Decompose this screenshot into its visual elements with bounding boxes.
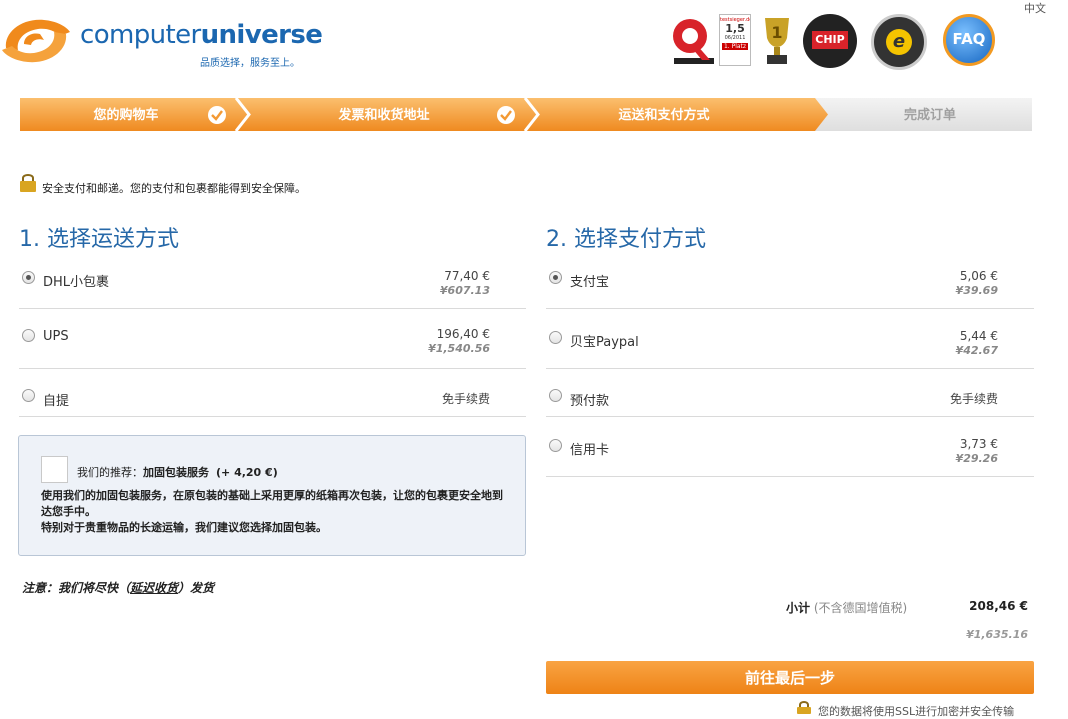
language-link[interactable]: 中文 [1024, 0, 1046, 16]
option-price-rmb: ¥29.26 [955, 452, 998, 465]
logo-icon[interactable] [0, 14, 72, 68]
payment-option-credit-card[interactable]: 信用卡 3,73 € ¥29.26 [546, 435, 1034, 477]
logo-text[interactable]: computeruniverse [80, 22, 323, 48]
option-label: 支付宝 [570, 275, 610, 290]
checkmark-icon [208, 106, 226, 124]
radio-button[interactable] [22, 329, 35, 342]
chip-certificate-badge: CHIP [803, 14, 857, 68]
option-price-rmb: ¥1,540.56 [428, 342, 490, 355]
option-price: 5,06 € [959, 269, 998, 283]
shipping-option-dhl[interactable]: DHL小包裹 77,40 € ¥607.13 [19, 267, 526, 309]
option-price: 5,44 € [959, 329, 998, 343]
option-label: UPS [43, 329, 69, 344]
payment-option-paypal[interactable]: 贝宝Paypal 5,44 € ¥42.67 [546, 327, 1034, 369]
ssl-notice: 您的数据将使用SSL进行加密并安全传输 [818, 705, 1015, 718]
recommendation-heading: 我们的推荐：加固包装服务 (+ 4,20 €) [77, 466, 278, 479]
packaging-checkbox[interactable] [41, 456, 68, 483]
next-step-button[interactable]: 前往最后一步 [546, 661, 1034, 694]
shipping-title: 1. 选择运送方式 [19, 227, 179, 252]
step-cart[interactable]: 您的购物车 [20, 98, 232, 131]
subtotal-label: 小计 (不含德国增值税) [786, 601, 908, 615]
option-label: 贝宝Paypal [570, 335, 639, 350]
delayed-delivery-link[interactable]: 延迟收货 [130, 581, 178, 595]
packaging-recommendation: 我们的推荐：加固包装服务 (+ 4,20 €) 使用我们的加固包装服务，在原包装… [18, 435, 526, 556]
security-notice: 安全支付和邮递。您的支付和包裹都能得到安全保障。 [42, 182, 306, 195]
radio-button[interactable] [549, 439, 562, 452]
radio-button[interactable] [22, 389, 35, 402]
subtotal-rmb: ¥1,635.16 [966, 628, 1028, 641]
option-label: 信用卡 [570, 443, 610, 458]
step-complete-order: 完成订单 [903, 108, 956, 123]
option-price: 77,40 € [444, 269, 490, 283]
trophy-icon: 1 [765, 18, 789, 64]
step-address[interactable]: 发票和收货地址 [246, 98, 522, 131]
checkout-progress: 您的购物车 发票和收货地址 运送和支付方式 完成订单 [20, 98, 1032, 131]
subtotal-eur: 208,46 € [969, 599, 1028, 613]
option-price-rmb: ¥42.67 [955, 344, 998, 357]
option-price-rmb: ¥39.69 [955, 284, 998, 297]
radio-button[interactable] [549, 331, 562, 344]
radio-button[interactable] [22, 271, 35, 284]
recommendation-text: 使用我们的加固包装服务，在原包装的基础上采用更厚的纸箱再次包装，让您的包裹更安全… [41, 489, 503, 518]
lock-icon [20, 174, 36, 192]
testsieger-badge: testsieger.de 1,5 06/2011 1. Platz [719, 14, 751, 66]
option-price: 3,73 € [959, 437, 998, 451]
step-shipping-payment: 运送和支付方式 [618, 108, 710, 123]
lock-icon [797, 701, 811, 714]
option-price: 免手续费 [441, 392, 490, 406]
shipping-option-ups[interactable]: UPS 196,40 € ¥1,540.56 [19, 325, 526, 369]
payment-title: 2. 选择支付方式 [546, 227, 706, 252]
delivery-note: 注意：我们将尽快（延迟收货）发货 [22, 581, 215, 595]
recommendation-text: 特别对于贵重物品的长途运输，我们建议您选择加固包装。 [41, 521, 327, 534]
svg-text:1: 1 [771, 23, 782, 42]
logo-slogan: 品质选择，服务至上。 [200, 58, 300, 69]
option-label: DHL小包裹 [43, 275, 110, 290]
payment-option-prepay[interactable]: 预付款 免手续费 [546, 385, 1034, 417]
option-price-rmb: ¥607.13 [439, 284, 490, 297]
q-award-icon [673, 19, 714, 64]
radio-button[interactable] [549, 271, 562, 284]
faq-badge[interactable]: FAQ [943, 14, 995, 66]
payment-option-alipay[interactable]: 支付宝 5,06 € ¥39.69 [546, 267, 1034, 309]
radio-button[interactable] [549, 389, 562, 402]
option-label: 自提 [43, 394, 70, 409]
shipping-option-pickup[interactable]: 自提 免手续费 [19, 385, 526, 417]
option-label: 预付款 [570, 394, 610, 409]
trusted-shops-badge: e [871, 14, 927, 70]
checkmark-icon [497, 106, 515, 124]
option-price: 196,40 € [436, 327, 490, 341]
option-price: 免手续费 [949, 392, 998, 406]
